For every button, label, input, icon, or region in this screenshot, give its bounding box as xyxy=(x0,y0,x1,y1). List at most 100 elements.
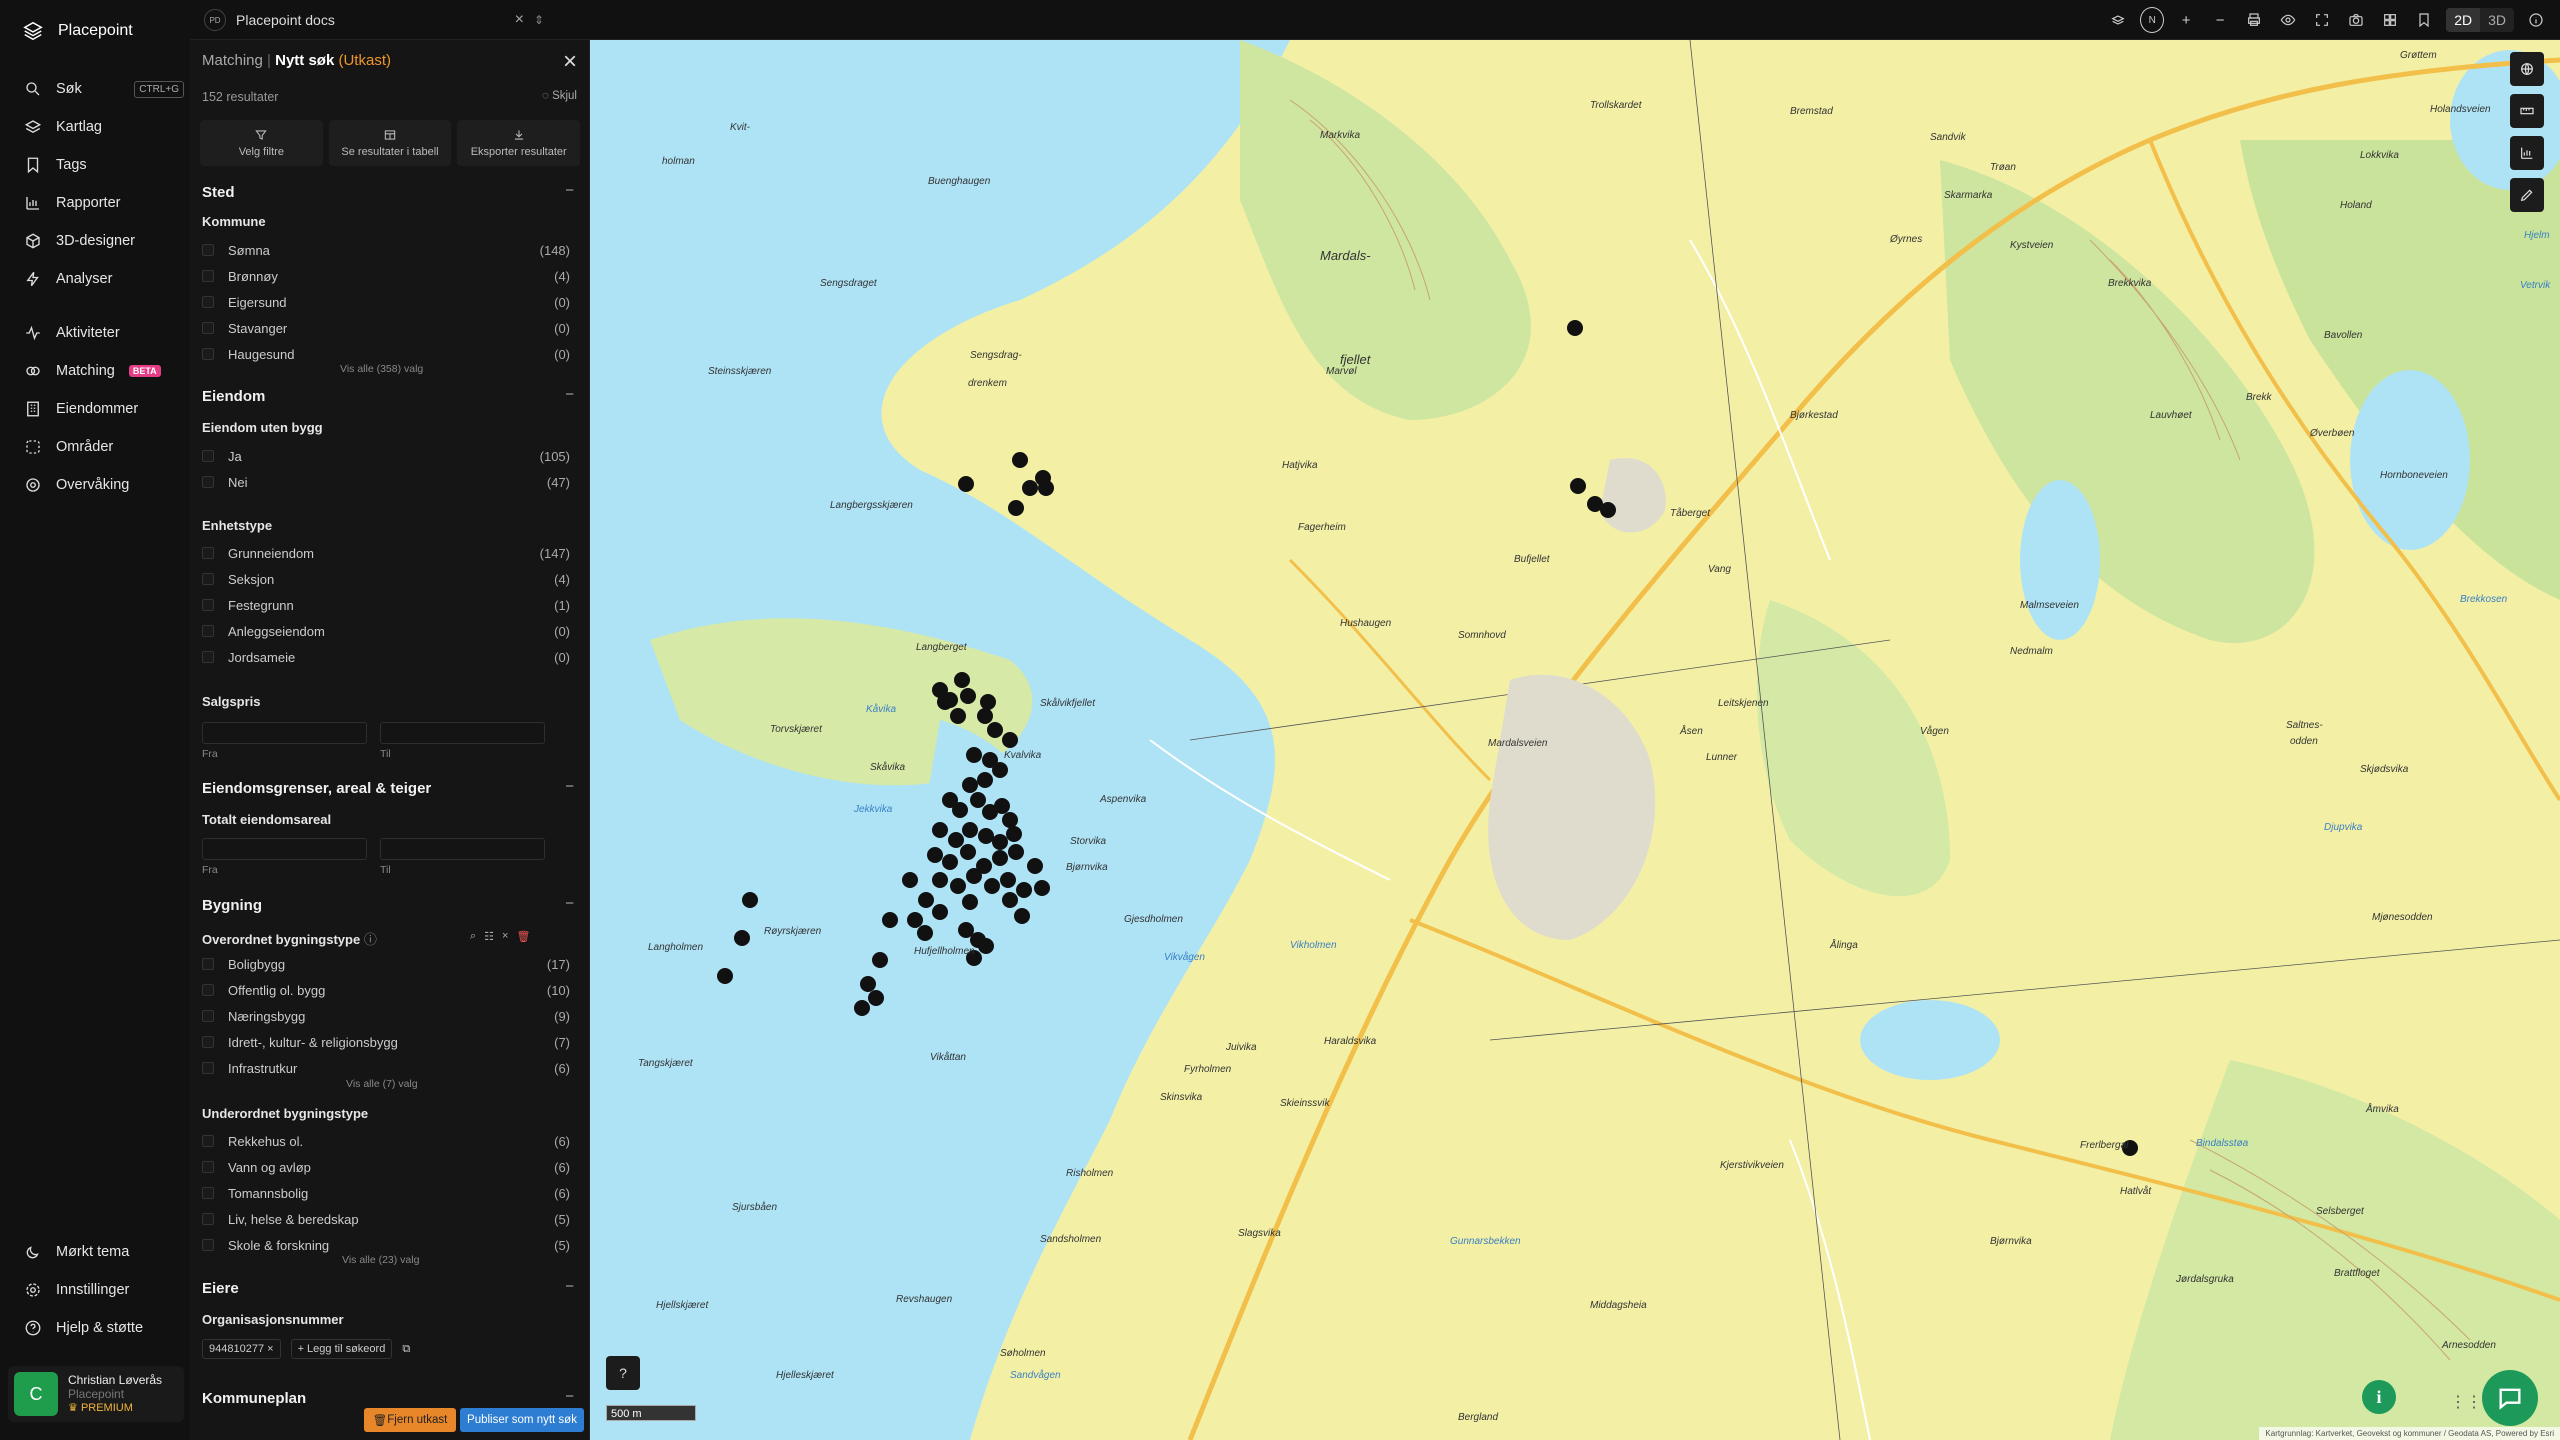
nav-search[interactable]: Søk CTRL+G xyxy=(24,80,184,98)
trash-icon[interactable]: 🗑 xyxy=(516,930,530,943)
list-item[interactable]: Ja (105) xyxy=(202,446,570,466)
list-item[interactable]: Haugesund (0) xyxy=(202,344,570,364)
list-item[interactable]: Brønnøy (4) xyxy=(202,266,570,286)
list-item[interactable]: Sømna (148) xyxy=(202,240,570,260)
price-from-input[interactable] xyxy=(202,722,367,744)
add-keyword-button[interactable]: + Legg til søkeord xyxy=(290,1339,393,1359)
checkbox[interactable] xyxy=(202,450,214,462)
list-item[interactable]: Boligbygg (17) xyxy=(202,954,570,974)
show-all-link[interactable]: Vis alle (23) valg xyxy=(342,1254,419,1266)
map-help-button[interactable]: ? xyxy=(606,1356,640,1390)
collapse-icon[interactable]: − xyxy=(565,386,574,403)
export-results-button[interactable]: Eksporter resultater xyxy=(457,120,581,166)
info-icon[interactable] xyxy=(2524,8,2548,32)
drag-handle-icon[interactable]: ⋮⋮ xyxy=(2450,1392,2482,1412)
price-to-input[interactable] xyxy=(380,722,545,744)
compass[interactable]: N xyxy=(2140,7,2165,33)
help-icon[interactable]: ⓘ xyxy=(364,932,377,947)
checkbox[interactable] xyxy=(202,1187,214,1199)
remove-tag-icon[interactable]: × xyxy=(267,1343,273,1355)
checkbox[interactable] xyxy=(202,1135,214,1147)
camera-icon[interactable] xyxy=(2344,8,2368,32)
publish-search-button[interactable]: Publiser som nytt søk xyxy=(460,1408,584,1432)
collapse-icon[interactable]: − xyxy=(565,1388,574,1405)
close-icon[interactable]: × xyxy=(515,11,524,29)
checkbox[interactable] xyxy=(202,958,214,970)
close-panel-icon[interactable]: × xyxy=(563,48,577,76)
list-item[interactable]: Infrastrutkur (6) xyxy=(202,1058,570,1078)
eye-icon[interactable] xyxy=(2276,8,2300,32)
brand[interactable]: Placepoint xyxy=(22,20,133,42)
list-item[interactable]: Seksjon (4) xyxy=(202,569,570,589)
nav-item-omrader[interactable]: Områder xyxy=(24,438,184,456)
section-bygning[interactable]: Bygning − xyxy=(202,895,578,914)
view-table-button[interactable]: Se resultater i tabell xyxy=(328,120,452,166)
section-sted[interactable]: Sted − xyxy=(202,182,578,201)
checkbox[interactable] xyxy=(202,1010,214,1022)
view-mode-toggle[interactable]: 2D 3D xyxy=(2446,8,2514,32)
user-profile[interactable]: C Christian Løverås Placepoint ♛ PREMIUM xyxy=(8,1366,184,1422)
checkbox[interactable] xyxy=(202,1062,214,1074)
show-all-link[interactable]: Vis alle (358) valg xyxy=(340,363,423,375)
nav-help[interactable]: Hjelp & støtte xyxy=(24,1319,184,1337)
list-item[interactable]: Tomannsbolig (6) xyxy=(202,1183,570,1203)
breadcrumb-matching[interactable]: Matching xyxy=(202,52,263,69)
checkbox[interactable] xyxy=(202,1239,214,1251)
grid-icon[interactable] xyxy=(2378,8,2402,32)
checkbox[interactable] xyxy=(202,476,214,488)
search-icon[interactable]: ⌕ xyxy=(470,930,476,943)
checkbox[interactable] xyxy=(202,599,214,611)
list-item[interactable]: Grunneiendom (147) xyxy=(202,543,570,563)
nav-item-kartlag[interactable]: Kartlag xyxy=(24,118,184,136)
list-item[interactable]: Vann og avløp (6) xyxy=(202,1157,570,1177)
collapse-icon[interactable]: − xyxy=(565,778,574,795)
nav-settings[interactable]: Innstillinger xyxy=(24,1281,184,1299)
chevron-updown-icon[interactable]: ⇕ xyxy=(534,13,544,27)
list-item[interactable]: Jordsameie (0) xyxy=(202,647,570,667)
nav-item-tags[interactable]: Tags xyxy=(24,156,184,174)
list-item[interactable]: Næringsbygg (9) xyxy=(202,1006,570,1026)
section-eiendomsgrenser[interactable]: Eiendomsgrenser, areal & teiger − xyxy=(202,778,578,797)
section-eiere[interactable]: Eiere − xyxy=(202,1278,578,1297)
copy-icon[interactable]: ⧉ xyxy=(402,1343,410,1356)
nav-item-3d-designer[interactable]: 3D-designer xyxy=(24,232,184,250)
checkbox[interactable] xyxy=(202,625,214,637)
chat-button[interactable] xyxy=(2482,1370,2538,1426)
checkbox[interactable] xyxy=(202,984,214,996)
zoom-in-icon[interactable]: + xyxy=(2174,8,2198,32)
list-item[interactable]: Rekkehus ol. (6) xyxy=(202,1131,570,1151)
remove-draft-button[interactable]: 🗑 Fjern utkast xyxy=(364,1408,456,1432)
result-markers-main[interactable] xyxy=(590,40,2560,1440)
layers-stack-icon[interactable] xyxy=(2106,8,2130,32)
nav-item-aktiviteter[interactable]: Aktiviteter xyxy=(24,324,184,342)
list-item[interactable]: Eigersund (0) xyxy=(202,292,570,312)
list-icon[interactable]: ☷ xyxy=(484,930,494,943)
collapse-icon[interactable]: − xyxy=(565,1278,574,1295)
globe-icon[interactable] xyxy=(2510,52,2544,86)
bookmark-icon[interactable] xyxy=(2412,8,2436,32)
checkbox[interactable] xyxy=(202,573,214,585)
area-to-input[interactable] xyxy=(380,838,545,860)
list-item[interactable]: Anleggseiendom (0) xyxy=(202,621,570,641)
list-item[interactable]: Festegrunn (1) xyxy=(202,595,570,615)
nav-item-eiendommer[interactable]: Eiendommer xyxy=(24,400,184,418)
checkbox[interactable] xyxy=(202,270,214,282)
checkbox[interactable] xyxy=(202,244,214,256)
draw-icon[interactable] xyxy=(2510,178,2544,212)
view-2d-button[interactable]: 2D xyxy=(2446,8,2481,32)
list-item[interactable]: Idrett-, kultur- & religionsbygg (7) xyxy=(202,1032,570,1052)
hide-button[interactable]: ◌ Skjul xyxy=(542,90,577,102)
nav-item-matching[interactable]: Matching BETA xyxy=(24,362,184,380)
fullscreen-icon[interactable] xyxy=(2310,8,2334,32)
list-item[interactable]: Liv, helse & beredskap (5) xyxy=(202,1209,570,1229)
choose-filters-button[interactable]: Velg filtre xyxy=(200,120,323,166)
info-button[interactable]: i xyxy=(2362,1380,2396,1414)
nav-dark-theme[interactable]: Mørkt tema xyxy=(24,1243,184,1261)
checkbox[interactable] xyxy=(202,547,214,559)
checkbox[interactable] xyxy=(202,1036,214,1048)
checkbox[interactable] xyxy=(202,1161,214,1173)
collapse-icon[interactable]: − xyxy=(565,895,574,912)
chart-icon[interactable] xyxy=(2510,136,2544,170)
checkbox[interactable] xyxy=(202,348,214,360)
list-item[interactable]: Stavanger (0) xyxy=(202,318,570,338)
